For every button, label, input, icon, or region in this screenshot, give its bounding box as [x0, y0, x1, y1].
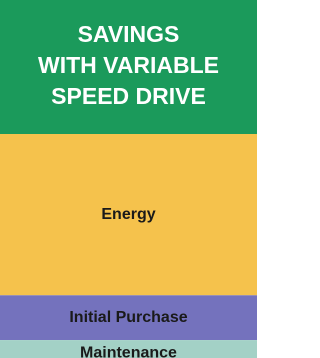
chart-title-banner: SAVINGS WITH VARIABLE SPEED DRIVE [0, 0, 257, 134]
segment-label-maintenance: Maintenance [80, 345, 177, 358]
savings-chart: SAVINGS WITH VARIABLE SPEED DRIVE Energy… [0, 0, 257, 358]
stacked-bar: Energy Initial Purchase Maintenance [0, 134, 257, 358]
chart-title-line-3: SPEED DRIVE [51, 82, 206, 109]
segment-label-initial-purchase: Initial Purchase [69, 309, 187, 326]
segment-label-energy: Energy [101, 206, 155, 223]
chart-title-line-1: SAVINGS [77, 20, 180, 47]
chart-title-line-2: WITH VARIABLE [37, 51, 219, 78]
